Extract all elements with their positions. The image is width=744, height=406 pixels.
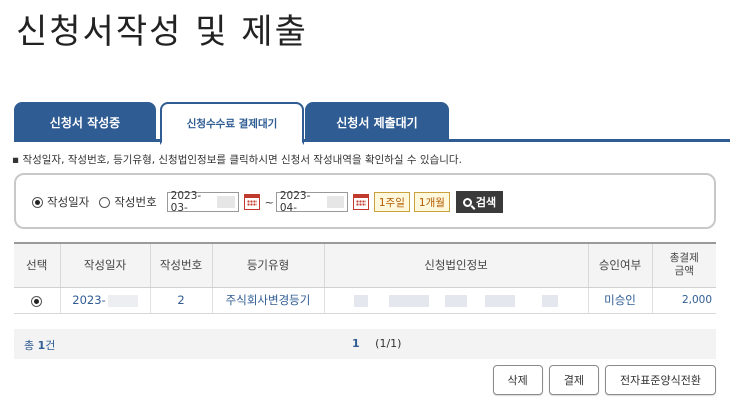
tab-submission-pending[interactable]: 신청서 제출대기 [305, 102, 449, 142]
table-row[interactable]: 2023- 2 주식회사변경등기 미승인 2,000 [14, 287, 716, 314]
convert-form-button[interactable]: 전자표준양식전환 [605, 365, 716, 395]
calendar-icon[interactable] [243, 194, 260, 210]
col-select: 선택 [14, 242, 61, 288]
row-approval[interactable]: 미승인 [588, 287, 653, 314]
col-type: 등기유형 [212, 242, 325, 288]
row-corp-info[interactable] [324, 287, 589, 314]
calendar-icon[interactable] [352, 194, 369, 210]
row-number[interactable]: 2 [150, 287, 213, 314]
date-from-value: 2023-03- [170, 190, 202, 214]
search-button[interactable]: 검색 [455, 191, 504, 213]
radio-date-label: 작성일자 [47, 195, 90, 209]
row-select-radio[interactable] [31, 296, 43, 307]
tab-bar: 신청서 작성중 신청수수료 결제대기 신청서 제출대기 [14, 102, 730, 145]
radio-date[interactable] [32, 196, 43, 208]
row-type[interactable]: 주식회사변경등기 [212, 287, 325, 314]
page-link-current[interactable]: 1 [352, 337, 360, 350]
date-to-input[interactable]: 2023-04- [275, 190, 348, 214]
date-to-value: 2023-04- [279, 190, 311, 214]
col-total: 총결제 금액 [652, 242, 716, 288]
radio-number[interactable] [99, 196, 111, 208]
pagination: 1 (1/1) [352, 337, 401, 350]
pay-button[interactable]: 결제 [548, 365, 600, 395]
page-title: 신청서작성 및 제출 [16, 12, 308, 52]
notice-text: ▪ 작성일자, 작성번호, 등기유형, 신청법인정보를 클릭하시면 신청서 작성… [12, 154, 462, 166]
row-date[interactable]: 2023- [60, 287, 151, 314]
row-select-cell[interactable] [14, 287, 61, 314]
radio-number-label: 작성번호 [114, 195, 157, 209]
col-number: 작성번호 [150, 242, 213, 288]
row-amount: 2,000 [652, 287, 716, 314]
page-info: (1/1) [375, 337, 402, 350]
delete-button[interactable]: 삭제 [492, 365, 543, 395]
search-button-label: 검색 [475, 196, 497, 209]
date-separator: ~ [264, 195, 274, 209]
action-buttons: 삭제 결제 전자표준양식전환 [492, 365, 716, 395]
pager-bar: 총 1건 1 (1/1) [14, 329, 716, 359]
tab-in-progress[interactable]: 신청서 작성중 [14, 102, 156, 142]
table-header-row: 선택 작성일자 작성번호 등기유형 신청법인정보 승인여부 총결제 금액 [14, 242, 716, 288]
one-week-button[interactable]: 1주일 [373, 192, 410, 212]
application-table: 선택 작성일자 작성번호 등기유형 신청법인정보 승인여부 총결제 금액 2023… [14, 242, 716, 314]
search-icon [462, 197, 472, 207]
total-count: 총 1건 [24, 339, 56, 352]
col-approval: 승인여부 [588, 242, 653, 288]
col-corp-info: 신청법인정보 [324, 242, 589, 288]
col-date: 작성일자 [60, 242, 151, 288]
one-month-button[interactable]: 1개월 [413, 192, 450, 212]
date-from-input[interactable]: 2023-03- [166, 190, 239, 214]
tab-fee-payment-pending[interactable]: 신청수수료 결제대기 [160, 102, 304, 145]
search-panel: 작성일자 작성번호 2023-03- ~ 2023-04- 1주일 1개월 검색 [14, 173, 716, 229]
